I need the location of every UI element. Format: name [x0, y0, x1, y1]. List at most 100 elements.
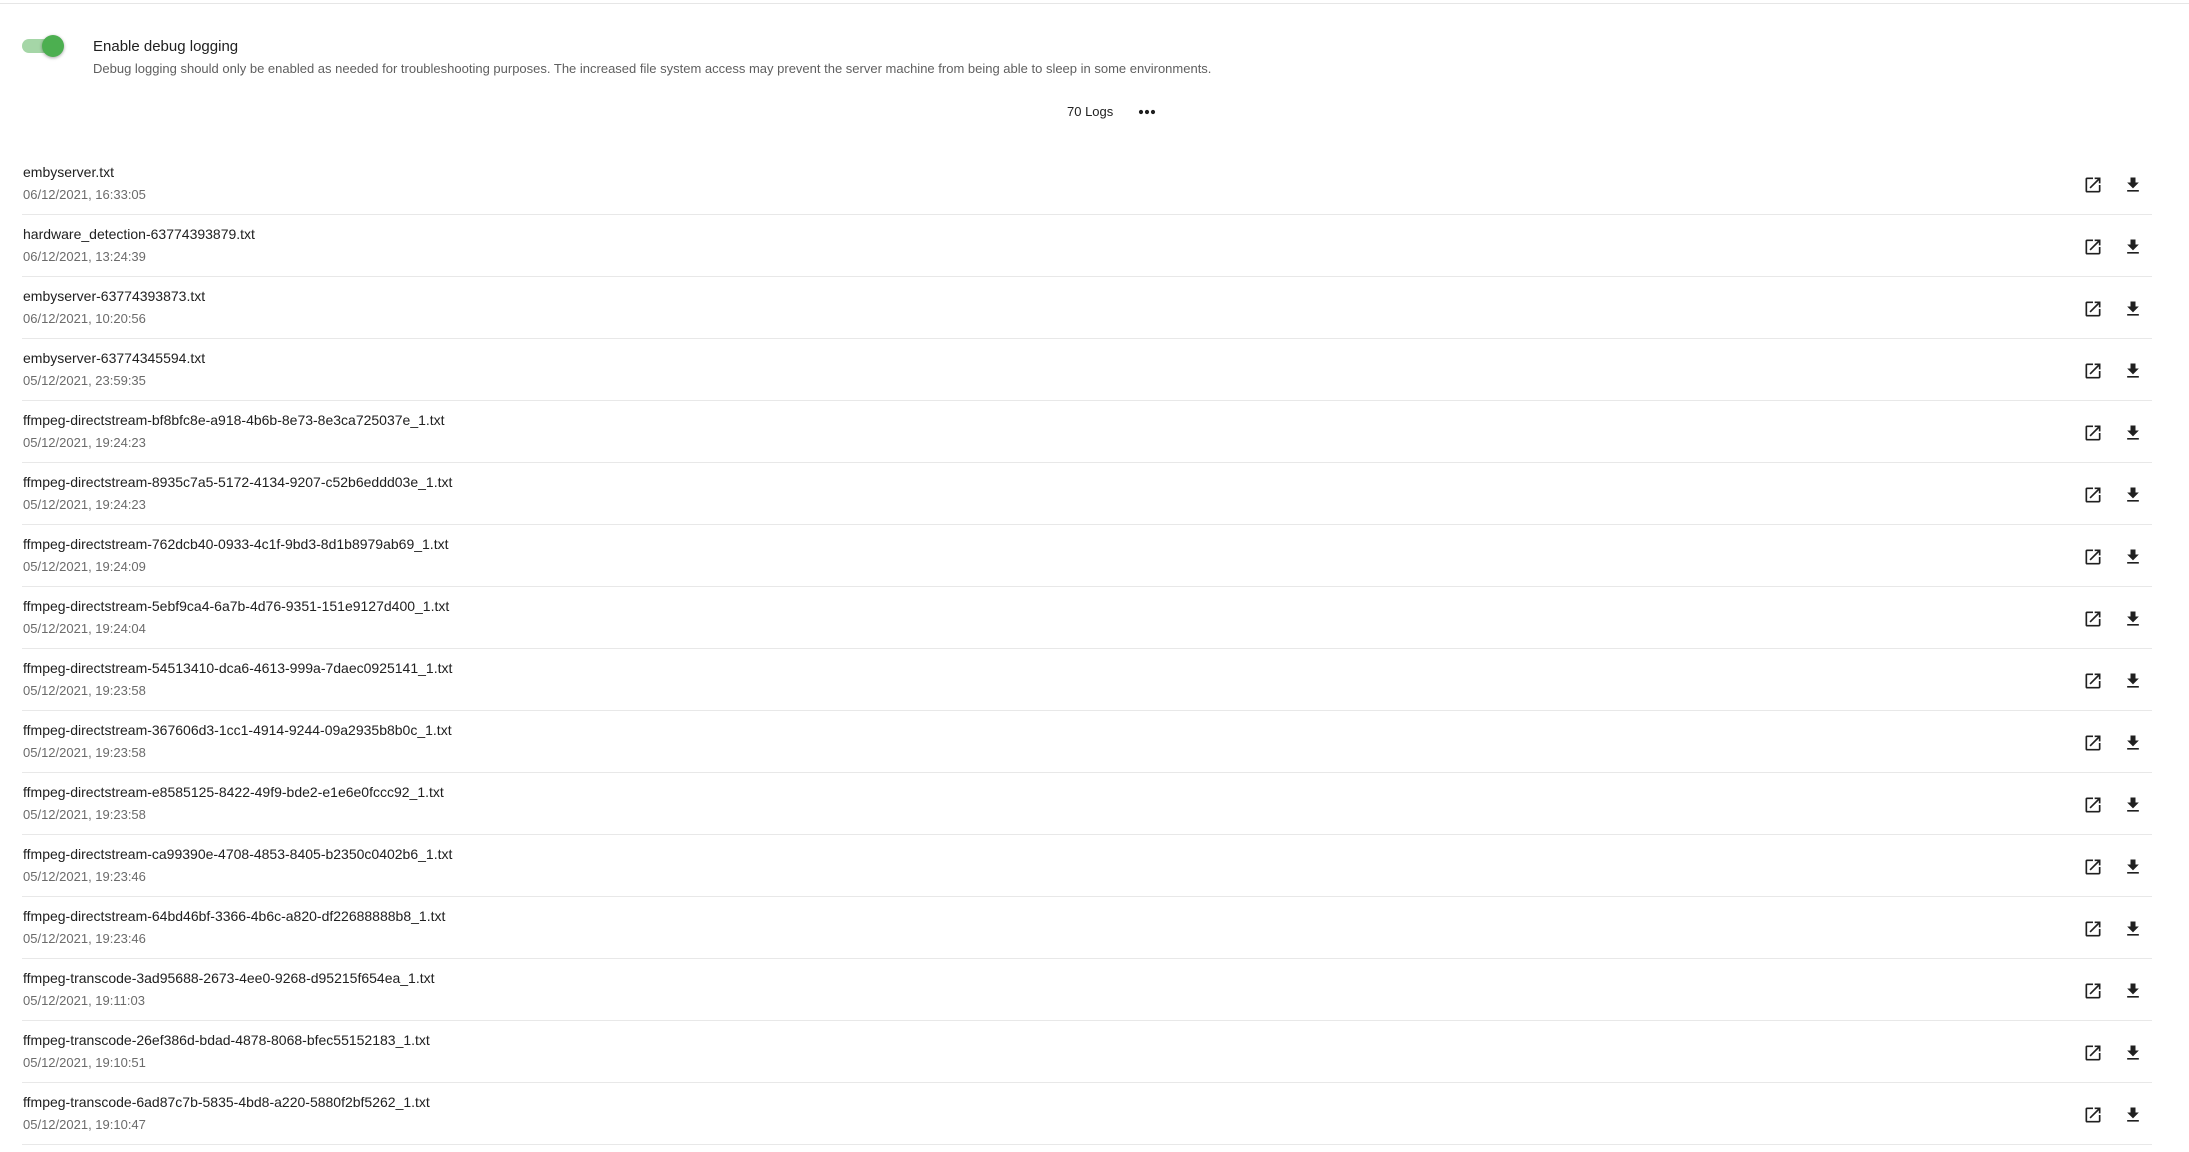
log-row[interactable]: ffmpeg-directstream-e8585125-8422-49f9-b… [22, 773, 2152, 835]
logs-count: 70 Logs [1067, 104, 1114, 119]
open-log-button[interactable] [2080, 420, 2106, 446]
toggle-thumb[interactable] [42, 35, 64, 57]
open-in-new-icon [2083, 733, 2103, 753]
download-log-button[interactable] [2120, 916, 2146, 942]
open-log-button[interactable] [2080, 1102, 2106, 1128]
log-file-name[interactable]: ffmpeg-directstream-8935c7a5-5172-4134-9… [23, 473, 452, 491]
log-date: 05/12/2021, 19:23:46 [23, 869, 146, 884]
download-icon [2123, 857, 2143, 877]
download-log-button[interactable] [2120, 234, 2146, 260]
log-file-name[interactable]: ffmpeg-directstream-64bd46bf-3366-4b6c-a… [23, 907, 445, 925]
log-row[interactable]: ffmpeg-directstream-54513410-dca6-4613-9… [22, 649, 2152, 711]
log-date: 05/12/2021, 19:24:04 [23, 621, 146, 636]
download-log-button[interactable] [2120, 544, 2146, 570]
download-log-button[interactable] [2120, 854, 2146, 880]
log-file-name[interactable]: ffmpeg-directstream-bf8bfc8e-a918-4b6b-8… [23, 411, 445, 429]
log-file-name[interactable]: ffmpeg-transcode-6ad87c7b-5835-4bd8-a220… [23, 1093, 430, 1111]
download-log-button[interactable] [2120, 420, 2146, 446]
open-log-button[interactable] [2080, 854, 2106, 880]
download-icon [2123, 547, 2143, 567]
download-log-button[interactable] [2120, 482, 2146, 508]
log-row[interactable]: ffmpeg-directstream-5ebf9ca4-6a7b-4d76-9… [22, 587, 2152, 649]
download-icon [2123, 423, 2143, 443]
open-log-button[interactable] [2080, 544, 2106, 570]
log-file-name[interactable]: ffmpeg-directstream-54513410-dca6-4613-9… [23, 659, 452, 677]
log-row[interactable]: ffmpeg-directstream-367606d3-1cc1-4914-9… [22, 711, 2152, 773]
download-log-button[interactable] [2120, 358, 2146, 384]
log-file-name[interactable]: ffmpeg-directstream-5ebf9ca4-6a7b-4d76-9… [23, 597, 449, 615]
debug-logging-toggle[interactable] [22, 35, 66, 57]
log-file-name[interactable]: embyserver-63774345594.txt [23, 349, 205, 367]
log-row[interactable]: embyserver.txt 06/12/2021, 16:33:05 [22, 153, 2152, 215]
log-row[interactable]: ffmpeg-transcode-6ad87c7b-5835-4bd8-a220… [22, 1083, 2152, 1145]
log-row[interactable]: ffmpeg-directstream-8935c7a5-5172-4134-9… [22, 463, 2152, 525]
log-row[interactable]: ffmpeg-transcode-3ad95688-2673-4ee0-9268… [22, 959, 2152, 1021]
open-log-button[interactable] [2080, 358, 2106, 384]
download-log-button[interactable] [2120, 1102, 2146, 1128]
log-date: 05/12/2021, 19:23:46 [23, 931, 146, 946]
log-row[interactable]: hardware_detection-63774393879.txt 06/12… [22, 215, 2152, 277]
download-icon [2123, 1043, 2143, 1063]
log-file-name[interactable]: hardware_detection-63774393879.txt [23, 225, 255, 243]
download-log-button[interactable] [2120, 792, 2146, 818]
log-row[interactable]: ffmpeg-directstream-64bd46bf-3366-4b6c-a… [22, 897, 2152, 959]
download-icon [2123, 175, 2143, 195]
log-file-name[interactable]: ffmpeg-directstream-e8585125-8422-49f9-b… [23, 783, 444, 801]
log-file-name[interactable]: embyserver-63774393873.txt [23, 287, 205, 305]
download-icon [2123, 237, 2143, 257]
open-in-new-icon [2083, 919, 2103, 939]
download-log-button[interactable] [2120, 730, 2146, 756]
log-row[interactable]: ffmpeg-directstream-bf8bfc8e-a918-4b6b-8… [22, 401, 2152, 463]
debug-logging-label[interactable]: Enable debug logging [93, 36, 1211, 58]
log-date: 05/12/2021, 19:10:51 [23, 1055, 146, 1070]
log-date: 05/12/2021, 19:23:58 [23, 807, 146, 822]
log-date: 06/12/2021, 10:20:56 [23, 311, 146, 326]
log-list: embyserver.txt 06/12/2021, 16:33:05 hard… [22, 153, 2152, 1145]
open-log-button[interactable] [2080, 978, 2106, 1004]
download-icon [2123, 361, 2143, 381]
open-log-button[interactable] [2080, 234, 2106, 260]
download-icon [2123, 981, 2143, 1001]
open-log-button[interactable] [2080, 296, 2106, 322]
log-date: 05/12/2021, 19:24:23 [23, 497, 146, 512]
log-date: 05/12/2021, 19:23:58 [23, 683, 146, 698]
more-horizontal-icon [1138, 109, 1156, 115]
open-in-new-icon [2083, 237, 2103, 257]
download-log-button[interactable] [2120, 1040, 2146, 1066]
download-log-button[interactable] [2120, 172, 2146, 198]
open-log-button[interactable] [2080, 792, 2106, 818]
open-log-button[interactable] [2080, 916, 2106, 942]
open-in-new-icon [2083, 547, 2103, 567]
open-log-button[interactable] [2080, 668, 2106, 694]
log-file-name[interactable]: embyserver.txt [23, 163, 114, 181]
download-log-button[interactable] [2120, 296, 2146, 322]
open-in-new-icon [2083, 299, 2103, 319]
log-file-name[interactable]: ffmpeg-transcode-3ad95688-2673-4ee0-9268… [23, 969, 435, 987]
log-row[interactable]: ffmpeg-directstream-ca99390e-4708-4853-8… [22, 835, 2152, 897]
debug-logging-text: Enable debug logging Debug logging shoul… [93, 35, 1211, 79]
open-log-button[interactable] [2080, 606, 2106, 632]
log-date: 06/12/2021, 13:24:39 [23, 249, 146, 264]
more-options-button[interactable] [1133, 100, 1161, 124]
log-row[interactable]: ffmpeg-transcode-26ef386d-bdad-4878-8068… [22, 1021, 2152, 1083]
log-file-name[interactable]: ffmpeg-directstream-367606d3-1cc1-4914-9… [23, 721, 452, 739]
logs-header: 70 Logs [0, 100, 2189, 124]
download-log-button[interactable] [2120, 606, 2146, 632]
open-log-button[interactable] [2080, 172, 2106, 198]
log-file-name[interactable]: ffmpeg-transcode-26ef386d-bdad-4878-8068… [23, 1031, 430, 1049]
open-in-new-icon [2083, 671, 2103, 691]
open-in-new-icon [2083, 609, 2103, 629]
log-file-name[interactable]: ffmpeg-directstream-762dcb40-0933-4c1f-9… [23, 535, 448, 553]
download-icon [2123, 733, 2143, 753]
log-file-name[interactable]: ffmpeg-directstream-ca99390e-4708-4853-8… [23, 845, 452, 863]
log-row[interactable]: ffmpeg-directstream-762dcb40-0933-4c1f-9… [22, 525, 2152, 587]
log-row[interactable]: embyserver-63774345594.txt 05/12/2021, 2… [22, 339, 2152, 401]
open-log-button[interactable] [2080, 730, 2106, 756]
open-log-button[interactable] [2080, 482, 2106, 508]
open-log-button[interactable] [2080, 1040, 2106, 1066]
download-log-button[interactable] [2120, 668, 2146, 694]
open-in-new-icon [2083, 361, 2103, 381]
download-log-button[interactable] [2120, 978, 2146, 1004]
open-in-new-icon [2083, 795, 2103, 815]
log-row[interactable]: embyserver-63774393873.txt 06/12/2021, 1… [22, 277, 2152, 339]
